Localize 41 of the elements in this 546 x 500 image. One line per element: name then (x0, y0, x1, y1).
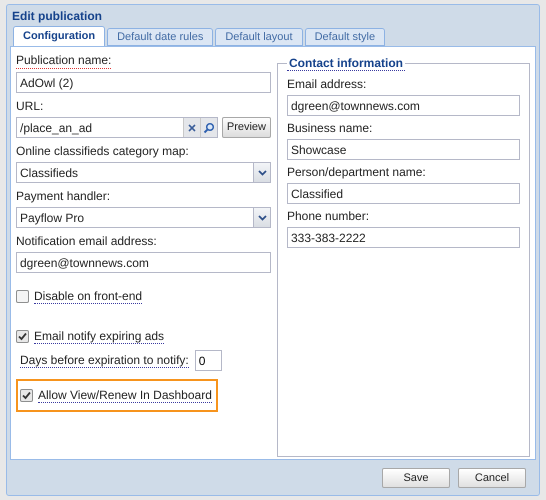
checkmark-icon (22, 391, 31, 400)
preview-button[interactable]: Preview (222, 117, 271, 138)
save-button[interactable]: Save (382, 468, 450, 488)
window-title: Edit publication (11, 8, 103, 23)
text-field[interactable]: 333-383-2222 (287, 227, 520, 248)
number-field[interactable]: 0 (194, 350, 222, 371)
dropdown[interactable]: Classifieds (16, 162, 271, 183)
checkbox-label[interactable]: Allow View/Renew In Dashboard (38, 388, 212, 403)
dropdown[interactable]: Payflow Pro (16, 207, 271, 228)
text-field[interactable]: dgreen@townnews.com (16, 252, 271, 273)
panel-legend: Contact information (287, 56, 405, 71)
tab[interactable]: Default style (304, 28, 386, 46)
field-label: URL: (16, 99, 44, 114)
text-field[interactable]: Showcase (287, 139, 520, 160)
field-label: Days before expiration to notify: (20, 353, 189, 368)
checkmark-icon (18, 332, 27, 341)
field-label: Business name: (287, 121, 374, 136)
text-field[interactable]: AdOwl (2) (16, 72, 271, 93)
cancel-button[interactable]: Cancel (458, 468, 526, 488)
close-icon[interactable] (182, 118, 200, 137)
tab[interactable]: Configuration (13, 26, 106, 46)
url-field[interactable]: /place_an_ad (16, 117, 218, 138)
tab[interactable]: Default layout (215, 28, 303, 46)
field-label: Payment handler: (16, 189, 110, 204)
tab[interactable]: Default date rules (107, 28, 214, 46)
checkbox-label[interactable]: Email notify expiring ads (34, 329, 164, 344)
checkbox[interactable] (20, 389, 33, 402)
field-label: Email address: (287, 77, 368, 92)
chevron-down-icon[interactable] (253, 163, 270, 182)
field-label: Person/department name: (287, 165, 427, 180)
text-field[interactable]: Classified (287, 183, 520, 204)
checkbox[interactable] (16, 290, 29, 303)
field-label: Online classifieds category map: (16, 144, 189, 159)
text-field[interactable]: dgreen@townnews.com (287, 95, 520, 116)
field-label: Publication name: (16, 53, 112, 69)
search-icon[interactable] (200, 118, 217, 137)
checkbox[interactable] (16, 330, 29, 343)
field-label: Phone number: (287, 209, 370, 224)
checkbox-label[interactable]: Disable on front-end (34, 289, 142, 304)
field-label: Notification email address: (16, 234, 157, 249)
chevron-down-icon[interactable] (253, 208, 270, 227)
